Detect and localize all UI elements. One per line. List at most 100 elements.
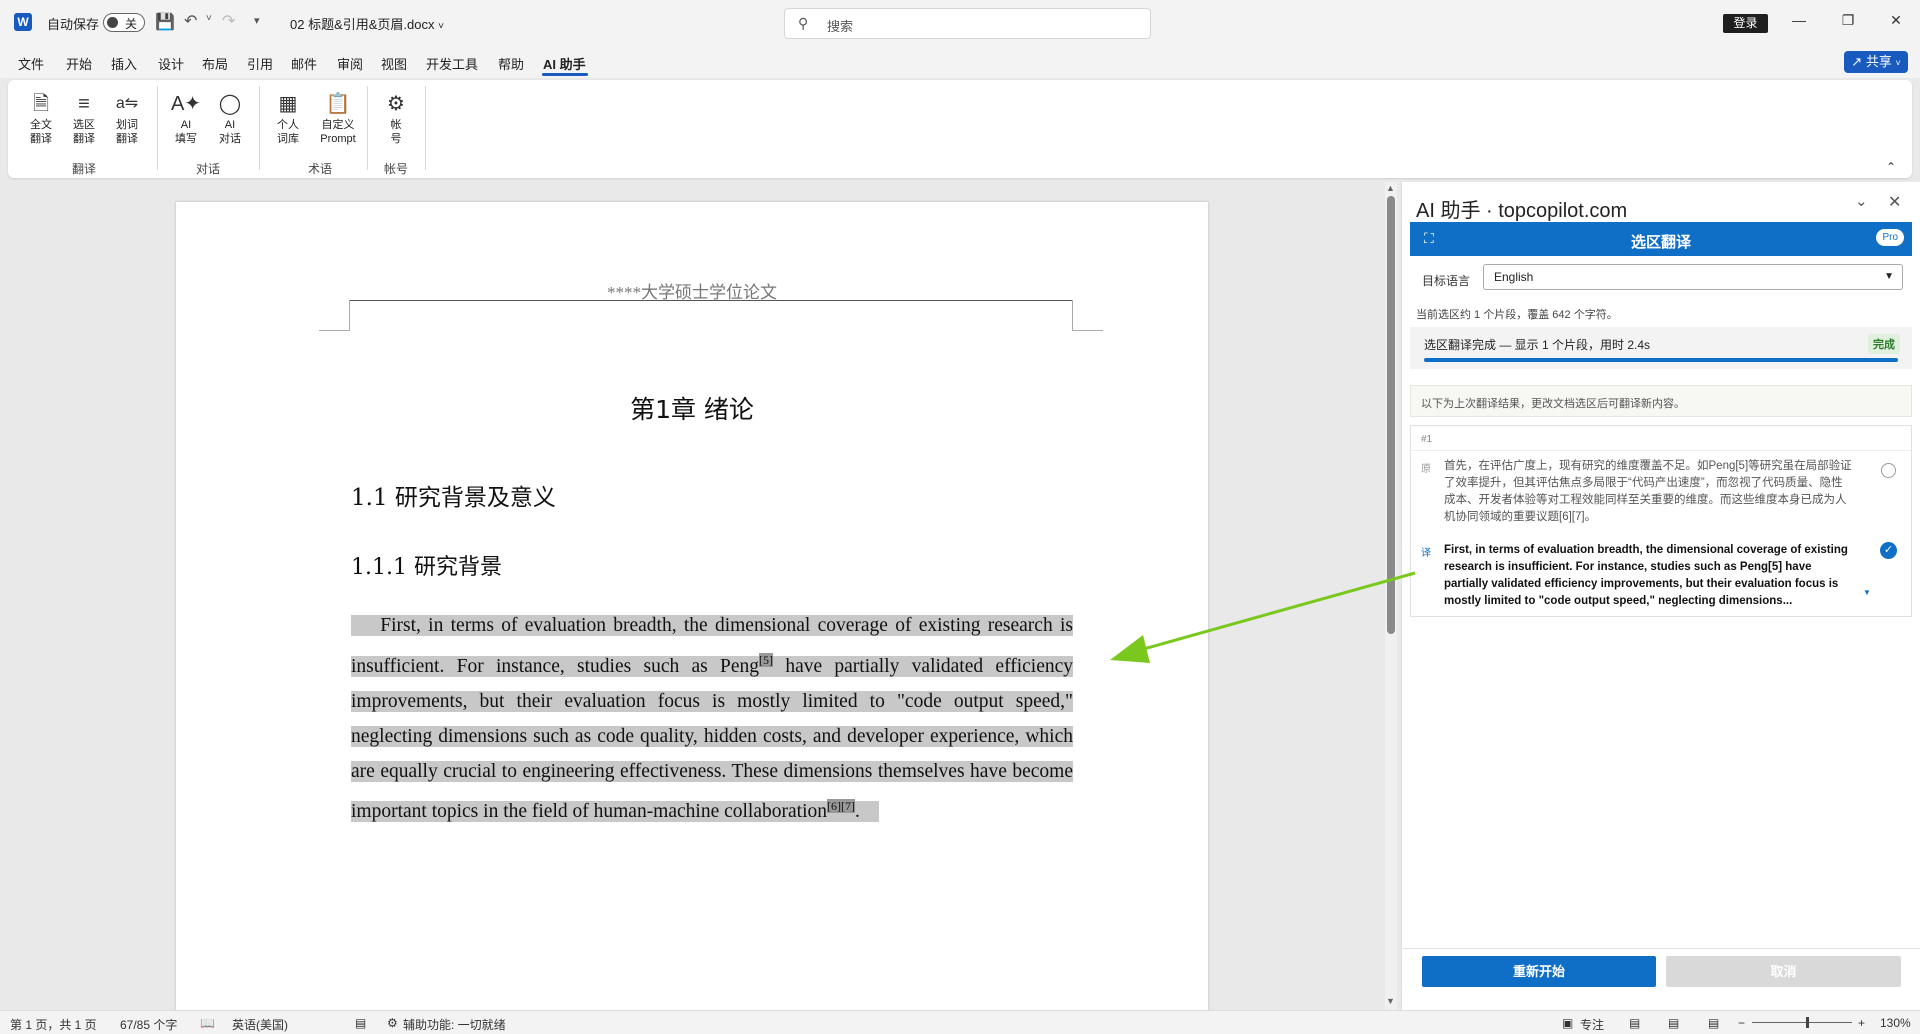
button-label-line2: 填写 xyxy=(175,133,197,145)
share-button[interactable]: ↗ 共享 ˅ xyxy=(1844,51,1908,73)
button-label-line2: 词库 xyxy=(277,133,299,145)
section-heading: 1.1 研究背景及意义 xyxy=(351,485,556,511)
custom-prompt-button[interactable]: 📋 自定义 Prompt xyxy=(312,90,364,146)
citation: [6][7] xyxy=(827,798,855,813)
button-label-line2: Prompt xyxy=(320,133,356,145)
menu-review[interactable]: 审阅 xyxy=(337,54,363,73)
autosave-label: 自动保存 xyxy=(47,17,100,32)
group-separator xyxy=(367,86,368,170)
header-rule xyxy=(349,300,1073,301)
selected-paragraph[interactable]: First, in terms of evaluation breadth, t… xyxy=(351,608,1073,829)
menu-developer[interactable]: 开发工具 xyxy=(426,54,478,73)
group-separator xyxy=(157,86,158,170)
button-label-line2: 翻译 xyxy=(73,133,95,145)
zoom-slider[interactable] xyxy=(1752,1022,1852,1023)
zoom-in-icon[interactable]: + xyxy=(1858,1016,1865,1030)
menu-references[interactable]: 引用 xyxy=(247,54,273,73)
search-input[interactable]: ⚲ 搜索 xyxy=(784,8,1151,39)
save-icon[interactable]: 💾 xyxy=(155,12,175,32)
read-mode-icon[interactable]: ▤ xyxy=(1629,1016,1640,1030)
target-language-select[interactable]: English ▼ xyxy=(1483,264,1903,290)
menu-bar: 文件 开始 插入 设计 布局 引用 邮件 审阅 视图 开发工具 帮助 AI 助手 xyxy=(0,44,1920,78)
word-translate-icon: a⇋ xyxy=(115,95,139,112)
full-translate-button[interactable]: 🗎 全文 翻译 xyxy=(20,90,62,146)
personal-glossary-button[interactable]: ▦ 个人 词库 xyxy=(267,90,309,146)
segment-index: #1 xyxy=(1421,434,1433,445)
menu-insert[interactable]: 插入 xyxy=(111,54,137,73)
glossary-icon: ▦ xyxy=(278,93,298,115)
proofing-icon[interactable]: 📖 xyxy=(200,1016,215,1030)
document-scrollbar[interactable]: ▲ ▼ xyxy=(1385,182,1397,1010)
menu-file[interactable]: 文件 xyxy=(18,54,44,73)
customize-toolbar-icon[interactable]: ▾ xyxy=(254,14,260,27)
ai-fill-button[interactable]: A✦ AI 填写 xyxy=(165,90,207,146)
login-button[interactable]: 登录 xyxy=(1723,14,1768,33)
zoom-level[interactable]: 130% xyxy=(1880,1016,1911,1030)
button-label-line1: AI xyxy=(224,119,236,131)
scroll-up-icon[interactable]: ▲ xyxy=(1386,183,1395,193)
document-translate-icon: 🗎 xyxy=(32,93,50,115)
document-area: ****大学硕士学位论文 第1章 绪论 1.1 研究背景及意义 1.1.1 研究… xyxy=(0,182,1385,1022)
undo-icon[interactable]: ↶ xyxy=(184,11,197,31)
word-count[interactable]: 67/85 个字 xyxy=(120,1016,177,1033)
source-tag: 原 xyxy=(1421,464,1431,475)
selection-translate-button[interactable]: ≡ 选区 翻译 xyxy=(63,90,105,146)
button-label-line1: 选区 xyxy=(73,119,95,131)
document-page[interactable]: ****大学硕士学位论文 第1章 绪论 1.1 研究背景及意义 1.1.1 研究… xyxy=(176,202,1208,1022)
scroll-down-icon[interactable]: ▼ xyxy=(1386,996,1395,1006)
subsection-heading: 1.1.1 研究背景 xyxy=(351,555,502,580)
card-divider xyxy=(1411,450,1911,451)
restore-icon[interactable]: ❐ xyxy=(1838,12,1858,29)
pro-badge[interactable]: Pro xyxy=(1876,229,1904,246)
source-radio[interactable] xyxy=(1881,463,1896,478)
group-label-translate: 翻译 xyxy=(71,162,96,176)
crop-mark xyxy=(349,300,350,330)
web-layout-icon[interactable]: ▤ xyxy=(1708,1016,1719,1030)
redo-icon[interactable]: ↷ xyxy=(222,11,235,31)
accessibility-status[interactable]: 辅助功能: 一切就绪 xyxy=(403,1016,506,1033)
menu-ai-assistant[interactable]: AI 助手 xyxy=(543,54,586,73)
menu-view[interactable]: 视图 xyxy=(381,54,407,73)
menu-home[interactable]: 开始 xyxy=(66,54,92,73)
ai-chat-button[interactable]: ◯ AI 对话 xyxy=(209,90,251,146)
menu-layout[interactable]: 布局 xyxy=(202,54,228,73)
menu-design[interactable]: 设计 xyxy=(158,54,184,73)
zoom-slider-thumb[interactable] xyxy=(1806,1017,1809,1028)
status-bar: 第 1 页，共 1 页 67/85 个字 📖 英语(美国) ▤ ⚙ 辅助功能: … xyxy=(0,1010,1920,1034)
zoom-out-icon[interactable]: − xyxy=(1738,1016,1745,1030)
focus-mode[interactable]: 专注 xyxy=(1580,1016,1604,1033)
expand-more-icon[interactable]: ▼ xyxy=(1863,588,1871,597)
autosave-toggle[interactable]: 关 xyxy=(103,13,145,32)
word-translate-button[interactable]: a⇋ 划词 翻译 xyxy=(106,90,148,146)
search-placeholder: 搜索 xyxy=(827,19,854,34)
note-box: 以下为上次翻译结果，更改文档选区后可翻译新内容。 xyxy=(1410,385,1912,417)
language-status[interactable]: 英语(美国) xyxy=(232,1016,288,1033)
account-button[interactable]: ⚙ 帐 号 xyxy=(375,90,417,146)
close-window-icon[interactable]: ✕ xyxy=(1886,12,1906,29)
chapter-heading: 第1章 绪论 xyxy=(630,395,754,424)
panel-close-icon[interactable]: ✕ xyxy=(1888,192,1901,212)
check-icon[interactable]: ✓ xyxy=(1880,542,1897,559)
menu-help[interactable]: 帮助 xyxy=(498,54,524,73)
page-count[interactable]: 第 1 页，共 1 页 xyxy=(10,1016,97,1033)
selected-text: First, in terms of evaluation breadth, t… xyxy=(351,615,1073,822)
undo-dropdown-icon[interactable]: ˅ xyxy=(206,13,212,24)
cancel-button[interactable]: 取消 xyxy=(1666,956,1901,987)
citation: [5] xyxy=(759,653,774,667)
accessibility-icon: ⚙ xyxy=(387,1016,398,1030)
minimize-icon[interactable]: — xyxy=(1789,12,1809,28)
panel-options-chevron-icon[interactable]: ⌄ xyxy=(1855,192,1868,210)
button-label-line1: 划词 xyxy=(116,119,138,131)
collapse-ribbon-icon[interactable]: ⌃ xyxy=(1886,160,1896,174)
target-language-value: English xyxy=(1494,270,1534,284)
print-layout-icon[interactable]: ▤ xyxy=(1668,1016,1679,1030)
ai-fill-icon: A✦ xyxy=(170,93,202,115)
focus-icon: ▣ xyxy=(1562,1016,1574,1030)
scrollbar-thumb[interactable] xyxy=(1387,196,1395,634)
macro-icon[interactable]: ▤ xyxy=(355,1016,366,1030)
restart-button[interactable]: 重新开始 xyxy=(1422,956,1656,987)
document-filename[interactable]: 02 标题&引用&页眉.docx ˅ xyxy=(290,14,444,33)
button-label-line1: 全文 xyxy=(30,119,52,131)
ai-assistant-panel: AI 助手 · topcopilot.com ⌄ ✕ ⛶ 选区翻译 Pro 目标… xyxy=(1401,182,1920,1010)
menu-mailings[interactable]: 邮件 xyxy=(291,54,317,73)
